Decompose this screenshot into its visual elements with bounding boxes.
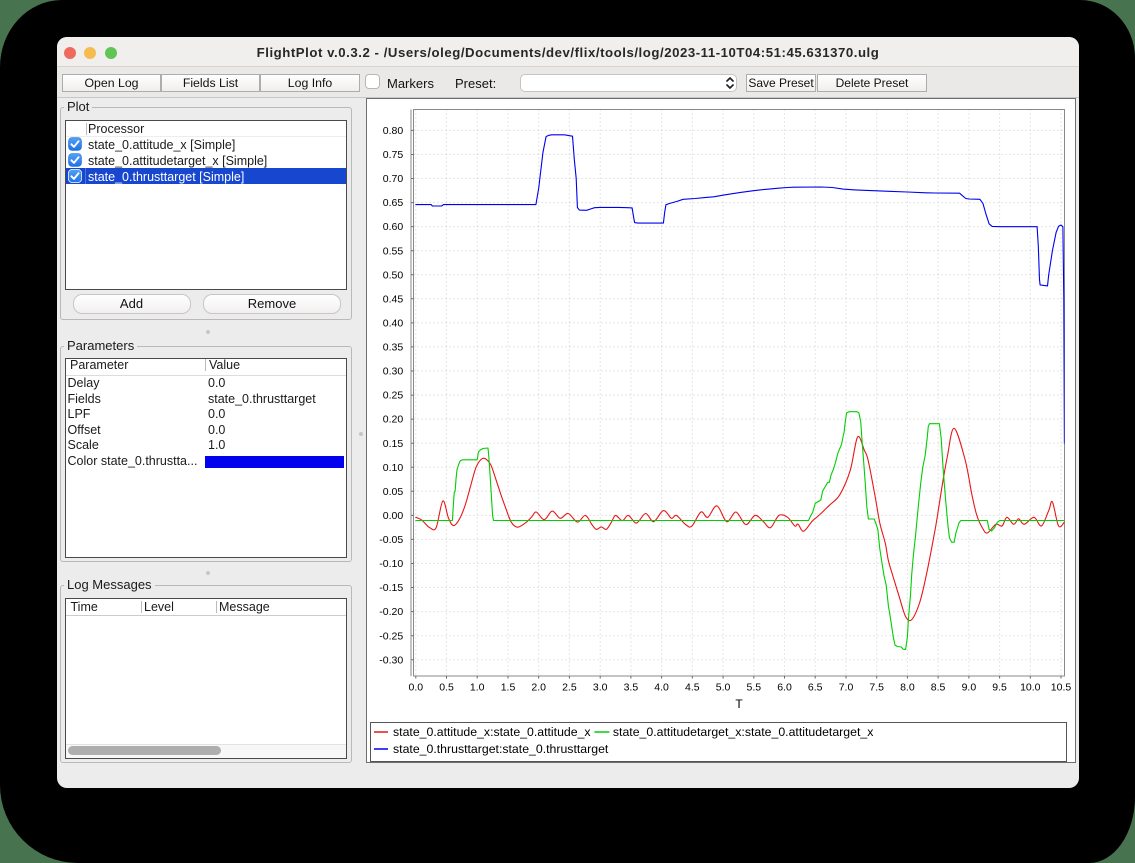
svg-text:0.55: 0.55 (383, 245, 404, 257)
svg-text:2.0: 2.0 (531, 682, 546, 694)
svg-text:4.0: 4.0 (654, 682, 669, 694)
svg-text:0.15: 0.15 (383, 438, 404, 450)
svg-text:1.0: 1.0 (470, 682, 485, 694)
svg-text:0.5: 0.5 (439, 682, 454, 694)
svg-text:0.10: 0.10 (383, 462, 404, 474)
svg-text:0.65: 0.65 (383, 197, 404, 209)
svg-text:6.0: 6.0 (777, 682, 792, 694)
svg-text:state_0.thrusttarget:state_0.t: state_0.thrusttarget:state_0.thrusttarge… (393, 742, 609, 756)
svg-text:2.5: 2.5 (562, 682, 577, 694)
svg-text:0.45: 0.45 (383, 293, 404, 305)
svg-text:state_0.attitudetarget_x:state: state_0.attitudetarget_x:state_0.attitud… (613, 725, 874, 739)
svg-text:-0.15: -0.15 (379, 582, 403, 594)
svg-text:7.0: 7.0 (839, 682, 854, 694)
svg-text:5.5: 5.5 (746, 682, 761, 694)
svg-text:0.25: 0.25 (383, 390, 404, 402)
svg-text:9.5: 9.5 (992, 682, 1007, 694)
svg-text:0.40: 0.40 (383, 318, 404, 330)
svg-text:0.50: 0.50 (383, 269, 404, 281)
svg-text:3.0: 3.0 (593, 682, 608, 694)
svg-text:0.60: 0.60 (383, 221, 404, 233)
svg-text:10.5: 10.5 (1051, 682, 1072, 694)
svg-text:0.75: 0.75 (383, 149, 404, 161)
svg-text:4.5: 4.5 (685, 682, 700, 694)
svg-text:1.5: 1.5 (501, 682, 516, 694)
svg-text:5.0: 5.0 (716, 682, 731, 694)
svg-text:-0.30: -0.30 (379, 654, 403, 666)
svg-text:0.30: 0.30 (383, 366, 404, 378)
svg-text:-0.05: -0.05 (379, 534, 403, 546)
svg-text:3.5: 3.5 (624, 682, 639, 694)
svg-text:0.00: 0.00 (383, 510, 404, 522)
svg-text:0.0: 0.0 (408, 682, 423, 694)
svg-text:0.20: 0.20 (383, 414, 404, 426)
svg-text:-0.10: -0.10 (379, 558, 403, 570)
svg-text:0.80: 0.80 (383, 125, 404, 137)
svg-text:8.0: 8.0 (900, 682, 915, 694)
svg-text:9.0: 9.0 (962, 682, 977, 694)
svg-text:0.35: 0.35 (383, 342, 404, 354)
svg-text:-0.20: -0.20 (379, 606, 403, 618)
svg-text:7.5: 7.5 (869, 682, 884, 694)
svg-text:state_0.attitude_x:state_0.att: state_0.attitude_x:state_0.attitude_x (393, 725, 591, 739)
svg-text:0.70: 0.70 (383, 173, 404, 185)
svg-text:-0.25: -0.25 (379, 630, 403, 642)
svg-text:6.5: 6.5 (808, 682, 823, 694)
svg-text:0.05: 0.05 (383, 486, 404, 498)
svg-text:T: T (735, 697, 743, 711)
svg-text:10.0: 10.0 (1020, 682, 1041, 694)
svg-text:8.5: 8.5 (931, 682, 946, 694)
